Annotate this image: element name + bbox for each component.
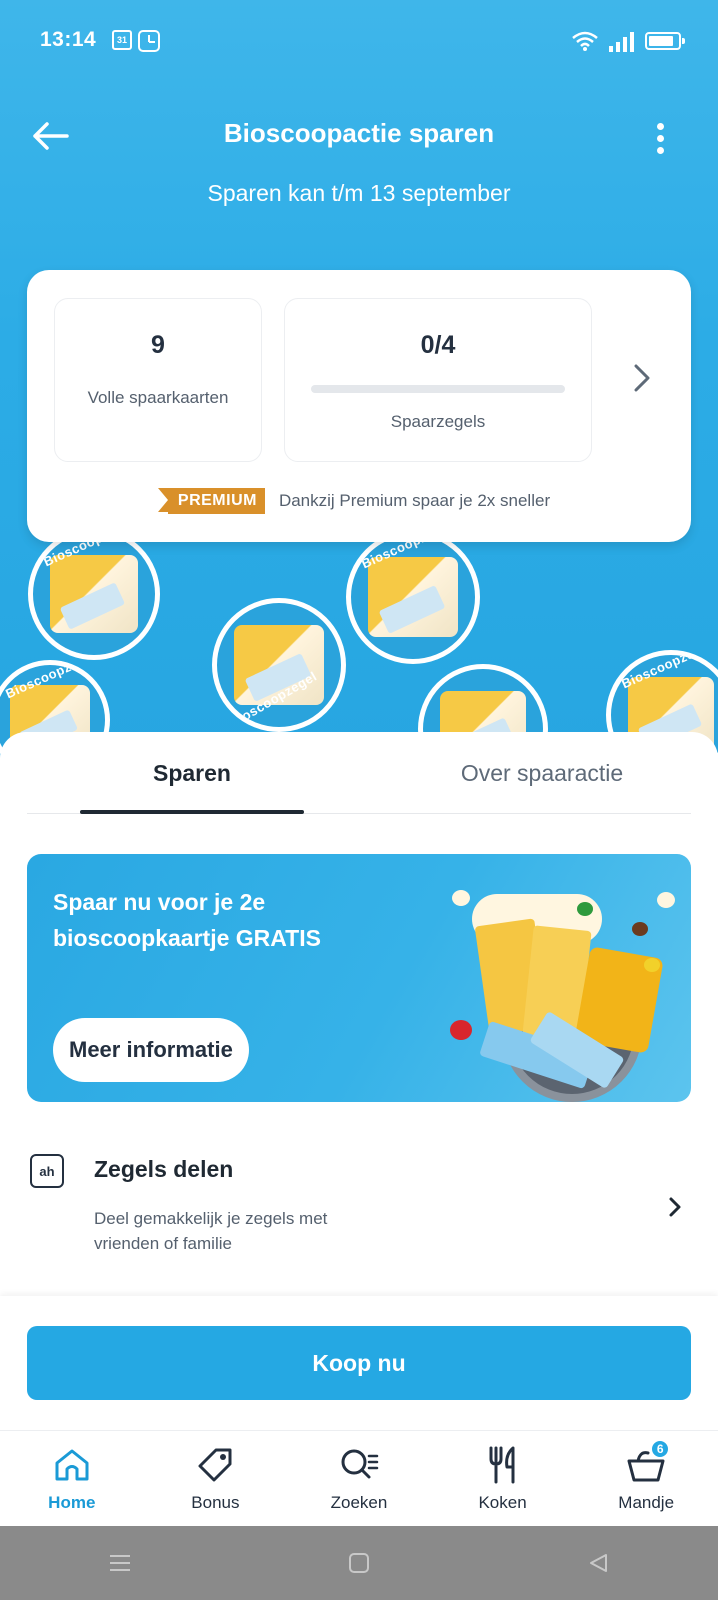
savings-stats-card[interactable]: 9 Volle spaarkaarten 0/4 Spaarzegels PRE… bbox=[27, 270, 691, 542]
promo-banner: Spaar nu voor je 2e bioscoopkaartje GRAT… bbox=[27, 854, 691, 1102]
page-title: Bioscoopactie sparen bbox=[223, 118, 495, 148]
active-tab-indicator bbox=[80, 810, 304, 814]
chevron-right-icon bbox=[669, 1197, 681, 1217]
status-time: 13:14 bbox=[40, 28, 97, 51]
triangle-back-icon bbox=[590, 1554, 608, 1572]
menu-lines-icon bbox=[109, 1555, 130, 1571]
full-cards-label: Volle spaarkaarten bbox=[87, 388, 229, 407]
stamp-decoration: Bioscoopzegel bbox=[212, 598, 346, 732]
wifi-icon bbox=[572, 30, 598, 52]
popcorn-illustration bbox=[432, 872, 682, 1102]
ah-logo-icon: ah bbox=[30, 1154, 64, 1188]
back-system-button[interactable] bbox=[568, 1543, 628, 1583]
nav-zoeken-label: Zoeken bbox=[330, 1493, 388, 1512]
premium-badge: PREMIUM bbox=[157, 488, 265, 514]
nav-zoeken[interactable]: Zoeken bbox=[287, 1431, 431, 1526]
home-icon bbox=[52, 1445, 92, 1485]
more-vertical-icon bbox=[656, 122, 664, 130]
nav-koken-label: Koken bbox=[478, 1493, 527, 1512]
more-info-button[interactable]: Meer informatie bbox=[53, 1018, 249, 1082]
nav-bonus-label: Bonus bbox=[191, 1493, 240, 1512]
buy-now-button[interactable]: Koop nu bbox=[27, 1326, 691, 1400]
stamp-decoration: Bioscoopzegel bbox=[346, 530, 480, 664]
page-subtitle: Sparen kan t/m 13 september bbox=[207, 180, 511, 206]
fork-knife-icon bbox=[483, 1445, 523, 1485]
stamp-decoration: Bioscoopzegel bbox=[28, 528, 160, 660]
hero-header: 13:14 31 Bioscoopactie sparen Sparen kan… bbox=[0, 0, 718, 760]
nav-home-label: Home bbox=[48, 1493, 96, 1512]
full-cards-value: 9 bbox=[151, 331, 165, 359]
search-icon bbox=[339, 1445, 379, 1485]
buy-bar: Koop nu bbox=[0, 1296, 718, 1430]
tab-over-spaaractie[interactable]: Over spaaractie bbox=[407, 760, 677, 787]
stamps-stat: 0/4 Spaarzegels bbox=[284, 298, 592, 462]
nav-koken[interactable]: Koken bbox=[431, 1431, 575, 1526]
nav-mandje-label: Mandje bbox=[618, 1493, 675, 1512]
share-stamps-row[interactable]: ah Zegels delen Deel gemakkelijk je zege… bbox=[0, 1142, 718, 1262]
bottom-navigation: Home Bonus Zoeken Koken 6 Mandje bbox=[0, 1430, 718, 1526]
nav-bonus[interactable]: Bonus bbox=[144, 1431, 288, 1526]
share-description: Deel gemakkelijk je zegels met vrienden … bbox=[94, 1209, 328, 1253]
clock-icon bbox=[138, 30, 160, 52]
home-system-button[interactable] bbox=[329, 1543, 389, 1583]
status-bar: 13:14 31 bbox=[0, 0, 718, 84]
basket-icon: 6 bbox=[626, 1439, 671, 1485]
promo-text: Spaar nu voor je 2e bioscoopkaartje GRAT… bbox=[53, 889, 321, 951]
stamps-progress-bar bbox=[311, 385, 565, 393]
more-menu-button[interactable] bbox=[640, 118, 680, 158]
share-title: Zegels delen bbox=[94, 1156, 234, 1182]
share-chevron bbox=[660, 1192, 690, 1222]
battery-icon bbox=[645, 32, 685, 50]
chevron-right-icon bbox=[634, 364, 650, 392]
full-cards-stat: 9 Volle spaarkaarten bbox=[54, 298, 262, 462]
premium-row: PREMIUM Dankzij Premium spaar je 2x snel… bbox=[27, 488, 691, 514]
nav-mandje[interactable]: 6 Mandje bbox=[574, 1431, 718, 1526]
square-icon bbox=[348, 1553, 369, 1573]
stamps-value: 0/4 bbox=[420, 331, 456, 359]
tab-sparen[interactable]: Sparen bbox=[80, 760, 304, 787]
tag-icon bbox=[195, 1445, 235, 1485]
nav-home[interactable]: Home bbox=[0, 1431, 144, 1526]
stamps-label: Spaarzegels bbox=[390, 412, 486, 431]
calendar-icon: 31 bbox=[112, 30, 132, 50]
recent-apps-button[interactable] bbox=[90, 1543, 150, 1583]
stats-detail-button[interactable] bbox=[622, 358, 662, 398]
tab-bar: Sparen Over spaaractie bbox=[27, 732, 691, 814]
cart-count-badge: 6 bbox=[650, 1439, 671, 1459]
premium-text: Dankzij Premium spaar je 2x sneller bbox=[278, 491, 551, 510]
signal-icon bbox=[608, 30, 634, 52]
system-navigation-bar bbox=[0, 1526, 718, 1600]
